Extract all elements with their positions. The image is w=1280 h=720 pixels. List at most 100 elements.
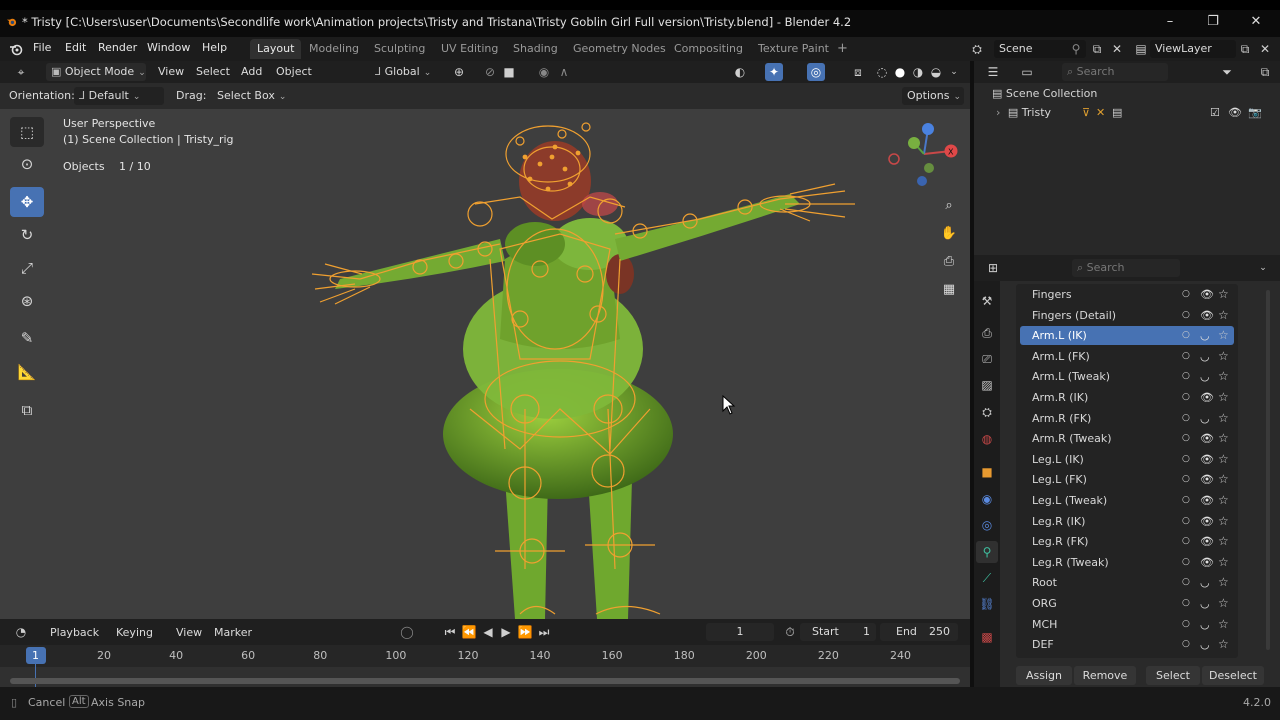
pin-icon[interactable]: ⚲ bbox=[1067, 40, 1085, 58]
measure-tool-icon[interactable]: 📐 bbox=[10, 357, 44, 387]
shading-options-icon[interactable]: ⌄ bbox=[945, 63, 963, 81]
properties-scrollbar[interactable] bbox=[1266, 290, 1270, 650]
star-icon[interactable]: ☆ bbox=[1218, 429, 1229, 448]
add-workspace-button[interactable]: + bbox=[830, 39, 855, 59]
editor-type-icon[interactable]: ⌖ bbox=[12, 63, 30, 81]
bone-collection-row[interactable]: Leg.L (Tweak) ○ 👁 ☆ bbox=[1020, 491, 1234, 510]
close-button[interactable]: ✕ bbox=[1244, 12, 1268, 32]
solid-shading-icon[interactable]: ● bbox=[891, 63, 909, 81]
chevron-down-icon[interactable]: ⌄ bbox=[1254, 259, 1272, 277]
bone-collection-row[interactable]: Arm.R (Tweak) ○ 👁 ☆ bbox=[1020, 429, 1234, 448]
star-icon[interactable]: ☆ bbox=[1218, 615, 1229, 634]
menu-playback[interactable]: Playback bbox=[50, 626, 99, 639]
tool-tab-icon[interactable]: ⚒ bbox=[978, 292, 996, 310]
solo-dot-icon[interactable]: ○ bbox=[1182, 388, 1190, 407]
menu-timeline-view[interactable]: View bbox=[176, 626, 202, 639]
star-icon[interactable]: ☆ bbox=[1218, 306, 1229, 325]
physics-tab-icon[interactable]: ◎ bbox=[978, 516, 996, 534]
view-layer-tab-icon[interactable]: ▨ bbox=[978, 376, 996, 394]
menu-view[interactable]: View bbox=[158, 65, 184, 78]
menu-marker[interactable]: Marker bbox=[214, 626, 252, 639]
transform-orientation-selector[interactable]: ⅃ Global ⌄ bbox=[370, 63, 442, 81]
annotate-tool-icon[interactable]: ✎ bbox=[10, 323, 44, 353]
scale-tool-icon[interactable]: ⤢ bbox=[10, 253, 44, 283]
menu-select[interactable]: Select bbox=[196, 65, 230, 78]
bone-collection-row[interactable]: Arm.L (Tweak) ○ ◡ ☆ bbox=[1020, 367, 1234, 386]
menu-object[interactable]: Object bbox=[276, 65, 312, 78]
material-shading-icon[interactable]: ◑ bbox=[909, 63, 927, 81]
solo-dot-icon[interactable]: ○ bbox=[1182, 429, 1190, 448]
star-icon[interactable]: ☆ bbox=[1218, 326, 1229, 345]
tab-geometry-nodes[interactable]: Geometry Nodes bbox=[566, 39, 673, 59]
cursor-tool-icon[interactable]: ⊙ bbox=[10, 149, 44, 179]
star-icon[interactable]: ☆ bbox=[1218, 470, 1229, 489]
tab-layout[interactable]: Layout bbox=[250, 39, 302, 59]
eye-open-icon[interactable]: 👁 bbox=[1200, 388, 1214, 407]
delete-viewlayer-icon[interactable]: ✕ bbox=[1256, 40, 1274, 58]
solo-dot-icon[interactable]: ○ bbox=[1182, 409, 1190, 428]
bone-collection-row[interactable]: ORG ○ ◡ ☆ bbox=[1020, 594, 1234, 613]
solo-dot-icon[interactable]: ○ bbox=[1182, 285, 1190, 304]
assign-button[interactable]: Assign bbox=[1016, 666, 1072, 685]
wireframe-shading-icon[interactable]: ◌ bbox=[873, 63, 891, 81]
bone-collection-row[interactable]: Leg.R (Tweak) ○ 👁 ☆ bbox=[1020, 553, 1234, 572]
auto-keying-icon[interactable]: ◯ bbox=[398, 623, 416, 641]
move-tool-icon[interactable]: ✥ bbox=[10, 187, 44, 217]
tab-compositing[interactable]: Compositing bbox=[667, 39, 750, 59]
bone-collection-row[interactable]: Fingers (Detail) ○ 👁 ☆ bbox=[1020, 306, 1234, 325]
jump-end-icon[interactable]: ⏭ bbox=[535, 623, 553, 641]
expand-chevron-icon[interactable]: › bbox=[996, 106, 1000, 119]
eye-open-icon[interactable]: 👁 bbox=[1200, 429, 1214, 448]
play-reverse-icon[interactable]: ◀ bbox=[479, 623, 497, 641]
star-icon[interactable]: ☆ bbox=[1218, 285, 1229, 304]
menu-add[interactable]: Add bbox=[241, 65, 262, 78]
eye-closed-icon[interactable]: ◡ bbox=[1200, 326, 1210, 345]
bone-tab-icon[interactable]: ⟋ bbox=[978, 569, 996, 587]
solo-dot-icon[interactable]: ○ bbox=[1182, 450, 1190, 469]
outliner-search-input[interactable]: ⌕ Search bbox=[1062, 63, 1168, 81]
pivot-point-icon[interactable]: ⊕ bbox=[450, 63, 468, 81]
gizmo-icon[interactable]: ✦ bbox=[765, 63, 783, 81]
viewlayer-selector[interactable]: ViewLayer bbox=[1150, 40, 1236, 58]
bone-collection-row[interactable]: Leg.R (FK) ○ 👁 ☆ bbox=[1020, 532, 1234, 551]
orthographic-toggle-icon[interactable]: ▦ bbox=[937, 278, 961, 302]
eye-open-icon[interactable]: 👁 bbox=[1200, 470, 1214, 489]
star-icon[interactable]: ☆ bbox=[1218, 388, 1229, 407]
properties-editor-icon[interactable]: ⊞ bbox=[984, 259, 1002, 277]
menu-edit[interactable]: Edit bbox=[65, 41, 86, 54]
eye-closed-icon[interactable]: ◡ bbox=[1200, 367, 1210, 386]
filter-icon[interactable]: ⏷ bbox=[1218, 63, 1236, 81]
jump-keyframe-back-icon[interactable]: ⏪ bbox=[460, 623, 478, 641]
proportional-edit-icon[interactable]: ◉ bbox=[535, 63, 553, 81]
eye-closed-icon[interactable]: ◡ bbox=[1200, 594, 1210, 613]
bone-collection-row[interactable]: MCH ○ ◡ ☆ bbox=[1020, 615, 1234, 634]
stopwatch-icon[interactable]: ⏱ bbox=[781, 623, 799, 641]
tab-shading[interactable]: Shading bbox=[506, 39, 565, 59]
menu-render[interactable]: Render bbox=[98, 41, 137, 54]
rendered-shading-icon[interactable]: ◒ bbox=[927, 63, 945, 81]
scene-tab-icon[interactable]: ⛭ bbox=[978, 403, 996, 421]
select-button[interactable]: Select bbox=[1146, 666, 1200, 685]
star-icon[interactable]: ☆ bbox=[1218, 532, 1229, 551]
new-scene-icon[interactable]: ⧉ bbox=[1088, 40, 1106, 58]
display-mode-icon[interactable]: ▭ bbox=[1018, 63, 1036, 81]
solo-dot-icon[interactable]: ○ bbox=[1182, 347, 1190, 366]
output-tab-icon[interactable]: ⎚ bbox=[978, 350, 996, 368]
pan-hand-icon[interactable]: ✋ bbox=[937, 222, 961, 246]
star-icon[interactable]: ☆ bbox=[1218, 450, 1229, 469]
properties-search-input[interactable]: ⌕ Search bbox=[1072, 259, 1180, 277]
eye-open-icon[interactable]: 👁 bbox=[1200, 512, 1214, 531]
solo-dot-icon[interactable]: ○ bbox=[1182, 306, 1190, 325]
eye-closed-icon[interactable]: ◡ bbox=[1200, 635, 1210, 654]
tab-sculpting[interactable]: Sculpting bbox=[367, 39, 432, 59]
bone-collection-row[interactable]: Arm.L (FK) ○ ◡ ☆ bbox=[1020, 347, 1234, 366]
navigation-gizmo[interactable]: X bbox=[884, 119, 962, 191]
star-icon[interactable]: ☆ bbox=[1218, 573, 1229, 592]
menu-window[interactable]: Window bbox=[147, 41, 190, 54]
bone-collection-row[interactable]: Arm.L (IK) ○ ◡ ☆ bbox=[1020, 326, 1234, 346]
solo-dot-icon[interactable]: ○ bbox=[1182, 635, 1190, 654]
eye-closed-icon[interactable]: ◡ bbox=[1200, 347, 1210, 366]
scene-collection-row[interactable]: ▤ Scene Collection bbox=[992, 87, 1097, 100]
drag-dropdown[interactable]: Select Box ⌄ bbox=[212, 87, 286, 105]
eye-open-icon[interactable]: 👁 bbox=[1200, 553, 1214, 572]
